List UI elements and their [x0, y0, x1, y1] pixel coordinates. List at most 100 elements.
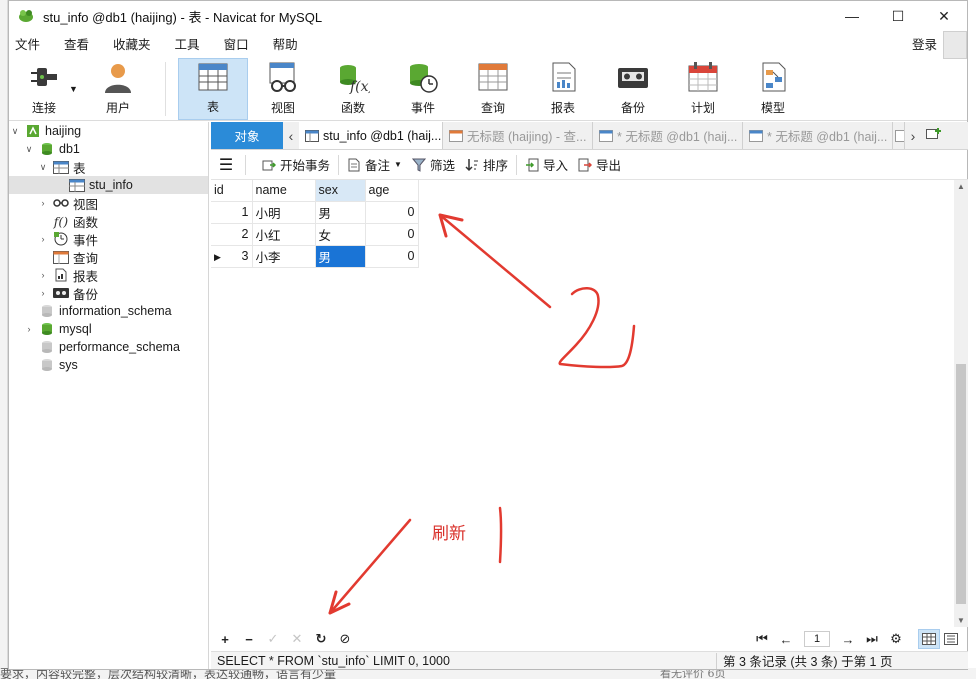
- chevron-down-icon[interactable]: ▼: [69, 84, 83, 94]
- cell-age[interactable]: 0: [365, 223, 419, 246]
- tree-table-stu-info[interactable]: stu_info: [9, 176, 208, 194]
- filter-button[interactable]: 筛选: [410, 150, 463, 180]
- stop-button[interactable]: ⊘: [333, 631, 357, 647]
- prev-page-icon[interactable]: ←: [774, 632, 798, 647]
- discard-changes-button[interactable]: ✕: [285, 631, 309, 647]
- tree-connection-haijing[interactable]: ∨ haijing: [9, 122, 208, 140]
- chevron-right-icon[interactable]: ›: [37, 198, 49, 208]
- cell-id[interactable]: 2: [211, 223, 253, 246]
- cell-name[interactable]: 小红: [252, 223, 316, 246]
- menu-tools[interactable]: 工具: [163, 31, 212, 59]
- sort-button[interactable]: 排序: [463, 150, 516, 180]
- tree-backups-node[interactable]: › 备份: [9, 284, 208, 302]
- tree-reports-node[interactable]: › 报表: [9, 266, 208, 284]
- new-tab-icon[interactable]: [921, 127, 947, 144]
- toolbar-view-button[interactable]: 视图: [248, 58, 318, 120]
- toolbar-function-button[interactable]: f(x) 函数: [318, 58, 388, 120]
- chevron-right-icon[interactable]: ›: [37, 270, 49, 280]
- menu-help[interactable]: 帮助: [261, 31, 310, 59]
- chevron-right-icon[interactable]: ›: [905, 128, 921, 144]
- menu-file[interactable]: 文件: [9, 31, 52, 59]
- tab-untitled-query[interactable]: 无标题 (haijing) - 查...: [443, 122, 593, 149]
- last-page-icon[interactable]: ⏭: [860, 631, 884, 647]
- tab-overflow[interactable]: [893, 122, 905, 149]
- chevron-down-icon[interactable]: ▼: [394, 160, 402, 169]
- column-header-id[interactable]: id: [211, 180, 253, 202]
- table-row[interactable]: 2 小红 女 0: [211, 223, 419, 246]
- tab-stu-info[interactable]: stu_info @db1 (haij...: [299, 122, 443, 149]
- toolbar-event-button[interactable]: 事件: [388, 58, 458, 120]
- tree-database-performance-schema[interactable]: performance_schema: [9, 338, 208, 356]
- tree-database-information-schema[interactable]: information_schema: [9, 302, 208, 320]
- table-header-row: id name sex age: [211, 180, 419, 202]
- tree-views-node[interactable]: › 视图: [9, 194, 208, 212]
- tree-database-sys[interactable]: sys: [9, 356, 208, 374]
- menu-view[interactable]: 查看: [52, 31, 101, 59]
- tree-queries-node[interactable]: 查询: [9, 248, 208, 266]
- settings-gear-icon[interactable]: ⚙: [884, 631, 908, 647]
- chevron-right-icon[interactable]: ›: [23, 324, 35, 334]
- toolbar-backup-button[interactable]: 备份: [598, 58, 668, 120]
- delete-record-button[interactable]: −: [237, 632, 261, 647]
- chevron-right-icon[interactable]: ›: [37, 288, 49, 298]
- page-number-input[interactable]: 1: [804, 631, 830, 647]
- cell-sex[interactable]: 女: [315, 223, 366, 246]
- tab-untitled-db1-a[interactable]: * 无标题 @db1 (haij...: [593, 122, 743, 149]
- tab-objects[interactable]: 对象: [211, 122, 283, 149]
- toolbar-model-button[interactable]: 模型: [738, 58, 808, 120]
- table-row[interactable]: 1 小明 男 0: [211, 201, 419, 224]
- column-header-sex[interactable]: sex: [315, 180, 366, 202]
- toolbar-schedule-button[interactable]: 计划: [668, 58, 738, 120]
- refresh-button[interactable]: ↻: [309, 631, 333, 647]
- tree-database-mysql[interactable]: › mysql: [9, 320, 208, 338]
- scroll-up-icon[interactable]: ▲: [954, 182, 968, 191]
- scroll-down-icon[interactable]: ▼: [954, 616, 968, 625]
- tree-functions-node[interactable]: f() 函数: [9, 212, 208, 230]
- cell-age[interactable]: 0: [365, 201, 419, 224]
- cell-sex-selected[interactable]: 男: [315, 245, 366, 268]
- tree-tables-node[interactable]: ∨ 表: [9, 158, 208, 176]
- toolbar-query-button[interactable]: 查询: [458, 58, 528, 120]
- begin-transaction-button[interactable]: 开始事务: [246, 150, 338, 180]
- maximize-button[interactable]: ☐: [875, 1, 921, 31]
- close-button[interactable]: ✕: [921, 1, 967, 31]
- tree-reports-label: 报表: [73, 269, 99, 284]
- vertical-scrollbar[interactable]: ▲ ▼: [954, 180, 968, 627]
- next-page-icon[interactable]: →: [836, 632, 860, 647]
- import-button[interactable]: 导入: [517, 150, 576, 180]
- tree-database-db1[interactable]: ∨ db1: [9, 140, 208, 158]
- cell-age[interactable]: 0: [365, 245, 419, 268]
- chevron-down-icon[interactable]: ∨: [23, 144, 35, 155]
- scrollbar-thumb[interactable]: [956, 364, 966, 604]
- apply-changes-button[interactable]: ✓: [261, 631, 285, 647]
- column-header-age[interactable]: age: [365, 180, 419, 202]
- cell-id[interactable]: 1: [211, 201, 253, 224]
- column-header-name[interactable]: name: [252, 180, 316, 202]
- toolbar-user-button[interactable]: 用户: [83, 58, 153, 120]
- cell-name[interactable]: 小李: [252, 245, 316, 268]
- chevron-down-icon[interactable]: ∨: [9, 126, 21, 137]
- cell-name[interactable]: 小明: [252, 201, 316, 224]
- toolbar-table-button[interactable]: 表: [178, 58, 248, 120]
- toolbar-report-button[interactable]: 报表: [528, 58, 598, 120]
- menu-favorites[interactable]: 收藏夹: [101, 31, 163, 59]
- tab-untitled-db1-b[interactable]: * 无标题 @db1 (haij...: [743, 122, 893, 149]
- chevron-left-icon[interactable]: ‹: [283, 128, 299, 144]
- chevron-right-icon[interactable]: ›: [37, 234, 49, 244]
- menu-window[interactable]: 窗口: [212, 31, 261, 59]
- form-view-button[interactable]: [940, 629, 962, 649]
- export-button[interactable]: 导出: [576, 150, 629, 180]
- grid-view-button[interactable]: [918, 629, 940, 649]
- login-link[interactable]: 登录: [900, 31, 943, 59]
- add-record-button[interactable]: +: [213, 632, 237, 647]
- chevron-down-icon[interactable]: ∨: [37, 162, 49, 173]
- first-page-icon[interactable]: ⏮: [750, 631, 774, 647]
- cell-id[interactable]: ▶ 3: [211, 245, 253, 268]
- minimize-button[interactable]: —: [829, 1, 875, 31]
- grid-menu-button[interactable]: ☰: [211, 150, 245, 180]
- tree-events-node[interactable]: › 事件: [9, 230, 208, 248]
- table-row[interactable]: ▶ 3 小李 男 0: [211, 245, 419, 268]
- cell-sex[interactable]: 男: [315, 201, 366, 224]
- account-avatar[interactable]: [943, 31, 967, 59]
- memo-button[interactable]: 备注 ▼: [339, 150, 410, 180]
